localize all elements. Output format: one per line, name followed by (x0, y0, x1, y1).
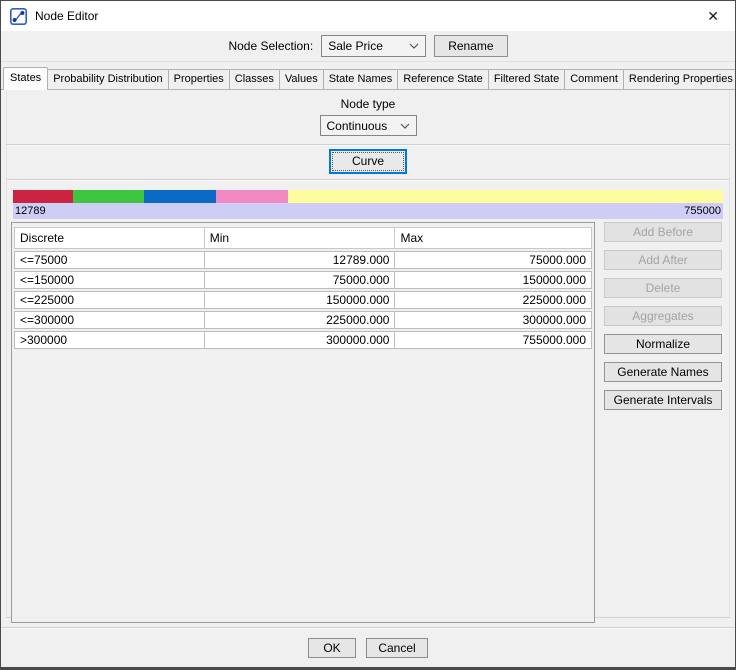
tab-classes[interactable]: Classes (228, 69, 280, 89)
table-header-row: Discrete Min Max (14, 227, 592, 249)
node-type-label: Node type (340, 97, 396, 111)
curve-button-label: Curve (332, 152, 404, 171)
cell-min[interactable]: 12789.000 (204, 251, 396, 269)
colorbar-segment (13, 190, 73, 203)
generate-names-button[interactable]: Generate Names (604, 362, 722, 382)
chevron-down-icon (400, 123, 409, 129)
colorbar-segment (72, 190, 145, 203)
footer-gap (1, 618, 735, 627)
tab-strip: States Probability Distribution Properti… (1, 62, 735, 90)
cell-max[interactable]: 755000.000 (395, 331, 592, 349)
node-type-dropdown[interactable]: Continuous (319, 115, 417, 136)
add-after-button[interactable]: Add After (604, 250, 722, 270)
node-selection-dropdown[interactable]: Sale Price (321, 35, 427, 57)
tab-state-names[interactable]: State Names (322, 69, 399, 89)
app-network-icon (10, 7, 27, 25)
column-header-discrete: Discrete (14, 227, 205, 249)
cell-discrete[interactable]: <=150000 (14, 271, 205, 289)
node-selection-value: Sale Price (328, 39, 383, 53)
footer-bar: OK Cancel (1, 627, 735, 667)
states-table-container[interactable]: Discrete Min Max <=75000 12789.000 75000… (11, 222, 595, 623)
title-bar: Node Editor ✕ (1, 1, 735, 31)
generate-intervals-button[interactable]: Generate Intervals (604, 390, 722, 410)
range-max-label: 755000 (684, 205, 721, 217)
states-main-row: Discrete Min Max <=75000 12789.000 75000… (7, 219, 729, 623)
aggregates-button[interactable]: Aggregates (604, 306, 722, 326)
tab-reference-state[interactable]: Reference State (397, 69, 489, 89)
cell-discrete[interactable]: >300000 (14, 331, 205, 349)
table-row[interactable]: <=150000 75000.000 150000.000 (14, 271, 592, 289)
range-min-label: 12789 (15, 205, 46, 217)
colorbar-range-track: 12789 755000 (13, 203, 723, 219)
states-table: Discrete Min Max <=75000 12789.000 75000… (14, 225, 592, 351)
colorbar-segment (216, 190, 288, 203)
cell-max[interactable]: 75000.000 (395, 251, 592, 269)
interval-colorbar (13, 190, 723, 203)
curve-button[interactable]: Curve (329, 149, 407, 174)
states-tab-panel: Node type Continuous Curve 12789 755000 (6, 90, 730, 623)
window-title: Node Editor (35, 9, 99, 23)
chevron-down-icon (409, 43, 419, 49)
colorbar-segment (144, 190, 217, 203)
cell-max[interactable]: 150000.000 (395, 271, 592, 289)
tab-probability-distribution[interactable]: Probability Distribution (47, 69, 169, 89)
ok-button[interactable]: OK (308, 637, 356, 658)
cell-min[interactable]: 300000.000 (204, 331, 396, 349)
colorbar-section: 12789 755000 (7, 180, 729, 219)
table-row[interactable]: <=225000 150000.000 225000.000 (14, 291, 592, 309)
node-selection-label: Node Selection: (228, 39, 314, 53)
node-type-value: Continuous (326, 118, 388, 133)
normalize-button[interactable]: Normalize (604, 334, 722, 354)
add-before-button[interactable]: Add Before (604, 222, 722, 242)
curve-section: Curve (7, 145, 729, 180)
cell-max[interactable]: 225000.000 (395, 291, 592, 309)
cell-max[interactable]: 300000.000 (395, 311, 592, 329)
cell-discrete[interactable]: <=75000 (14, 251, 205, 269)
table-row[interactable]: >300000 300000.000 755000.000 (14, 331, 592, 349)
tab-properties[interactable]: Properties (167, 69, 230, 89)
column-header-max: Max (395, 227, 592, 249)
table-row[interactable]: <=300000 225000.000 300000.000 (14, 311, 592, 329)
tab-rendering-properties[interactable]: Rendering Properties (622, 69, 735, 89)
delete-button[interactable]: Delete (604, 278, 722, 298)
tab-values[interactable]: Values (278, 69, 324, 89)
node-type-section: Node type Continuous (7, 90, 729, 145)
node-editor-dialog: Node Editor ✕ Node Selection: Sale Price… (0, 0, 736, 670)
tab-filtered-state[interactable]: Filtered State (487, 69, 566, 89)
cell-min[interactable]: 150000.000 (204, 291, 396, 309)
tab-comment[interactable]: Comment (564, 69, 624, 89)
colorbar-segment (287, 190, 723, 203)
table-row[interactable]: <=75000 12789.000 75000.000 (14, 251, 592, 269)
column-header-min: Min (204, 227, 396, 249)
cell-min[interactable]: 225000.000 (204, 311, 396, 329)
cell-min[interactable]: 75000.000 (204, 271, 396, 289)
states-side-buttons: Add Before Add After Delete Aggregates N… (604, 222, 722, 418)
close-icon[interactable]: ✕ (701, 7, 725, 25)
cancel-button[interactable]: Cancel (366, 637, 428, 658)
cell-discrete[interactable]: <=225000 (14, 291, 205, 309)
node-selection-toolbar: Node Selection: Sale Price Rename (1, 31, 735, 62)
tab-states[interactable]: States (3, 67, 49, 90)
cell-discrete[interactable]: <=300000 (14, 311, 205, 329)
rename-button[interactable]: Rename (434, 35, 508, 57)
